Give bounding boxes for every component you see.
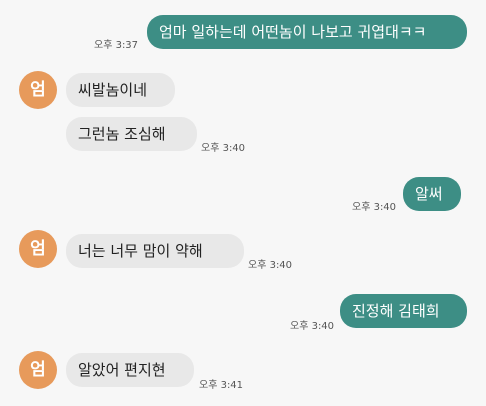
chat-thread: 오후 3:37 엄마 일하는데 어떤놈이 나보고 귀엽대ㅋㅋ 엄 씨발놈이네 그… bbox=[0, 0, 486, 406]
mom-avatar[interactable]: 엄 bbox=[19, 71, 57, 109]
incoming-message-bubble[interactable]: 알았어 편지현 bbox=[66, 353, 194, 387]
outgoing-message-bubble[interactable]: 알써 bbox=[403, 177, 461, 211]
message-time: 오후 3:37 bbox=[94, 40, 139, 51]
incoming-message-bubble[interactable]: 그런놈 조심해 bbox=[66, 117, 197, 151]
message-time: 오후 3:40 bbox=[290, 321, 335, 332]
outgoing-message-bubble[interactable]: 진정해 김태희 bbox=[340, 294, 467, 328]
message-time: 오후 3:41 bbox=[199, 380, 244, 391]
message-time: 오후 3:40 bbox=[201, 143, 246, 154]
message-time: 오후 3:40 bbox=[248, 260, 293, 271]
incoming-message-bubble[interactable]: 너는 너무 맘이 약해 bbox=[66, 234, 244, 268]
mom-avatar[interactable]: 엄 bbox=[19, 351, 57, 389]
incoming-message-bubble[interactable]: 씨발놈이네 bbox=[66, 73, 175, 107]
outgoing-message-bubble[interactable]: 엄마 일하는데 어떤놈이 나보고 귀엽대ㅋㅋ bbox=[147, 15, 467, 49]
message-time: 오후 3:40 bbox=[352, 202, 397, 213]
mom-avatar[interactable]: 엄 bbox=[19, 230, 57, 268]
